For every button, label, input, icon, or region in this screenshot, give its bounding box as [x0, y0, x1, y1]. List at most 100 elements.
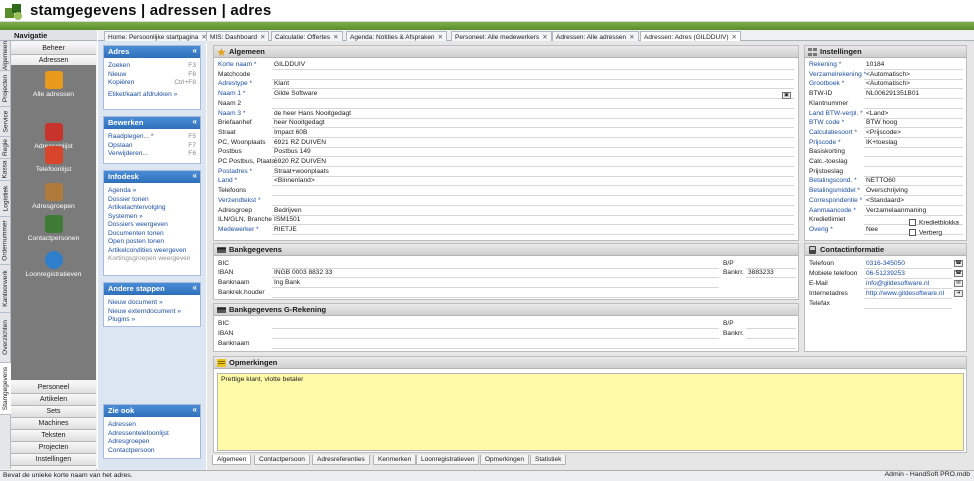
contact-field[interactable]: info@gildesoftware.nl — [864, 280, 952, 289]
dial-phone-icon[interactable]: ☎ — [954, 260, 963, 267]
tab-calculatie-offertes[interactable]: Calculatie: Offertes ✕ — [271, 31, 343, 41]
algemeen-field[interactable] — [272, 71, 794, 80]
nav-button-sets[interactable]: Sets — [11, 406, 96, 418]
algemeen-field[interactable]: Impact 60B — [272, 129, 794, 138]
action-agenda[interactable]: Agenda » — [104, 187, 200, 196]
close-icon[interactable]: ✕ — [438, 34, 443, 41]
nav-alle-adressen[interactable]: Alle adressen — [11, 71, 96, 98]
adres-panel-header[interactable]: Adres « — [104, 46, 200, 58]
bottom-tab-loonregistratieven[interactable]: Loonregistratieven — [416, 455, 480, 465]
nav-telefoonlijst[interactable]: Telefoonlijst — [11, 146, 96, 173]
nav-button-projecten[interactable]: Projecten — [11, 442, 96, 454]
action-nieuw[interactable]: Nieuw F8 — [104, 71, 200, 80]
g-banknaam-field[interactable] — [272, 340, 796, 349]
contact-field[interactable]: http://www.gildesoftware.nl — [864, 290, 952, 299]
algemeen-field[interactable]: 6921 RZ DUIVEN — [272, 139, 794, 148]
action-documenten-tonen[interactable]: Documenten tonen — [104, 230, 200, 239]
nav-button-artikelen[interactable]: Artikelen — [11, 394, 96, 406]
bottom-tab-contactpersoon[interactable]: Contactpersoon — [254, 455, 310, 465]
action-systemen[interactable]: Systemen » — [104, 213, 200, 222]
algemeen-field[interactable] — [272, 187, 794, 197]
tab-adressen-alle[interactable]: Adressen: Alle adressen ✕ — [552, 31, 639, 41]
vtab-logistiek[interactable]: Logistiek — [0, 181, 11, 217]
algemeen-field[interactable]: Bedrijven — [272, 207, 794, 216]
algemeen-field[interactable]: ISM1501 — [272, 216, 794, 226]
bewerken-panel-header[interactable]: Bewerken « — [104, 117, 200, 129]
instellingen-field[interactable]: NL006291351B01 — [864, 90, 963, 100]
instellingen-field[interactable]: Overschrijving — [864, 187, 963, 197]
instellingen-field[interactable] — [864, 148, 963, 158]
nav-contactpersonen[interactable]: Contactpersonen — [11, 215, 96, 242]
tab-personeel[interactable]: Personeel: Alle medewerkers ✕ — [451, 31, 552, 41]
vtab-service[interactable]: Service — [0, 107, 11, 137]
close-icon[interactable]: ✕ — [333, 34, 338, 41]
vtab-algemeen[interactable]: Algemeen — [0, 41, 11, 71]
bankrek-houder-field[interactable] — [272, 289, 796, 298]
nav-adresgroepen[interactable]: Adresgroepen — [11, 183, 96, 210]
bottom-tab-adresreferenties[interactable]: Adresreferenties — [312, 455, 370, 465]
collapse-icon[interactable]: « — [193, 46, 197, 55]
zie-ook-header[interactable]: Zie ook « — [104, 405, 200, 417]
bottom-tab-statistiek[interactable]: Statistiek — [530, 455, 567, 465]
link-adresgroepen[interactable]: Adresgroepen — [104, 438, 200, 447]
bottom-tab-algemeen[interactable]: Algemeen — [212, 455, 252, 465]
algemeen-field[interactable]: GILDDUIV — [272, 61, 794, 70]
tab-agenda[interactable]: Agenda: Notities & Afspraken ✕ — [346, 31, 448, 41]
instellingen-field[interactable]: <Land> — [864, 110, 963, 119]
action-nieuw-externdocument[interactable]: Nieuw externdocument » — [104, 308, 200, 317]
link-adressentelefoonlijst[interactable]: Adressentelefoonlijst — [104, 430, 200, 439]
action-dossier-tonen[interactable]: Dossier tonen — [104, 196, 200, 205]
vtab-regie[interactable]: Regie — [0, 137, 11, 159]
algemeen-field[interactable]: Postbus 149 — [272, 148, 794, 158]
instellingen-field[interactable]: <Automatisch> — [864, 71, 963, 80]
g-iban-field[interactable] — [272, 330, 719, 339]
nav-button-instellingen[interactable]: Instellingen — [11, 454, 96, 466]
algemeen-field[interactable]: 6920 RZ DUIVEN — [272, 158, 794, 167]
checkbox-verberg[interactable]: Verberg — [909, 229, 942, 238]
instellingen-field[interactable]: <Standaard> — [864, 197, 963, 206]
dial-mobile-icon[interactable]: ☎ — [954, 270, 963, 277]
g-bankrnr-field[interactable] — [746, 330, 796, 339]
link-adressen[interactable]: Adressen — [104, 421, 200, 430]
action-opslaan[interactable]: Opslaan F7 — [104, 142, 200, 151]
action-open-posten[interactable]: Open posten tonen — [104, 238, 200, 247]
infodesk-panel-header[interactable]: Infodesk « — [104, 171, 200, 183]
vtab-projecten[interactable]: Projecten — [0, 71, 11, 107]
nav-button-personeel[interactable]: Personeel — [11, 382, 96, 394]
close-icon[interactable]: ✕ — [260, 34, 265, 41]
checkbox-box[interactable] — [909, 229, 916, 236]
collapse-icon[interactable]: « — [193, 405, 197, 414]
instellingen-field[interactable]: IK+toeslag — [864, 139, 963, 148]
vtab-stamgegevens[interactable]: Stamgegevens — [0, 363, 11, 415]
bottom-tab-opmerkingen[interactable]: Opmerkingen — [480, 455, 530, 465]
action-raadplegen[interactable]: Raadplegen... * F5 — [104, 133, 200, 142]
lookup-icon[interactable]: ▣ — [782, 92, 791, 99]
action-verwijderen[interactable]: Verwijderen... F6 — [104, 150, 200, 159]
close-icon[interactable]: ✕ — [629, 34, 634, 41]
instellingen-field[interactable] — [864, 168, 963, 177]
tab-home[interactable]: Home: Persoonlijke startpagina ✕ — [104, 31, 211, 41]
vtab-ordernummer[interactable]: Ordernummer — [0, 217, 11, 265]
instellingen-field[interactable] — [864, 158, 963, 167]
contact-field[interactable]: 06-51239253 — [864, 270, 952, 279]
tab-mis-dashboard[interactable]: MIS: Dashboard ✕ — [206, 31, 270, 41]
algemeen-field[interactable]: de heer Hans Nooitgedagt — [272, 110, 794, 119]
action-artikelcondities[interactable]: Artikelcondities weergeven — [104, 247, 200, 256]
bottom-tab-kenmerken[interactable]: Kenmerken — [373, 455, 417, 465]
algemeen-field[interactable]: Gilde Software — [272, 90, 794, 100]
vtab-overzichten[interactable]: Overzichten — [0, 313, 11, 363]
nav-loonregistratieven[interactable]: Loonregistratieven — [11, 251, 96, 278]
checkbox-kredietblokkade[interactable]: Kredietblokka — [909, 219, 959, 228]
algemeen-field[interactable]: RIETJE — [272, 226, 794, 235]
instellingen-field[interactable]: BTW hoog — [864, 119, 963, 129]
algemeen-field[interactable]: <Binnenland> — [272, 177, 794, 187]
instellingen-field[interactable]: Verzamelaanmaning — [864, 207, 963, 216]
instellingen-field[interactable] — [864, 100, 963, 109]
action-kopieren[interactable]: Kopiëren Ctrl+F8 — [104, 79, 200, 88]
g-bic-field[interactable] — [272, 320, 719, 329]
bankrnr-field[interactable]: 3883233 — [746, 269, 796, 278]
bic-field[interactable] — [272, 260, 719, 269]
algemeen-field[interactable]: heer Nooitgedagt — [272, 119, 794, 129]
action-kortingsgroepen[interactable]: Kortingsgroepen weergeven — [104, 255, 200, 264]
collapse-icon[interactable]: « — [193, 117, 197, 126]
